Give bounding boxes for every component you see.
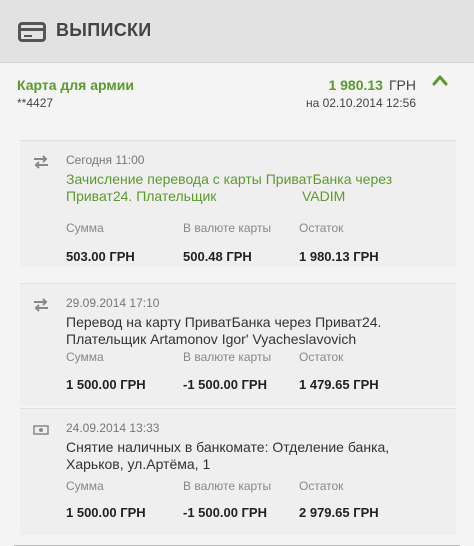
card-currency-label: В валюте карты <box>183 479 272 493</box>
statements-header[interactable]: ВЫПИСКИ <box>0 0 474 62</box>
card-currency-label: В валюте карты <box>183 350 272 364</box>
sum-label: Сумма <box>66 221 104 235</box>
transaction-item[interactable]: Сегодня 11:00 Зачисление перевода с карт… <box>20 140 456 267</box>
card-amount-value: 500.48 ГРН <box>183 249 252 264</box>
transaction-item[interactable]: 24.09.2014 13:33 Снятие наличных в банко… <box>20 408 456 535</box>
account-number: **4427 <box>17 96 54 110</box>
transaction-description: Зачисление перевода с карты ПриватБанка … <box>66 171 446 205</box>
sum-value: 1 500.00 ГРН <box>66 377 146 392</box>
sum-value: 1 500.00 ГРН <box>66 505 146 520</box>
section-title: ВЫПИСКИ <box>56 20 152 40</box>
rest-value: 1 479.65 ГРН <box>299 377 379 392</box>
rest-label: Остаток <box>299 350 344 364</box>
description-line: Снятие наличных в банкомате: Отделение б… <box>66 439 390 455</box>
rest-value: 1 980.13 ГРН <box>299 249 379 264</box>
description-line: Харьков, ул.Артёма, 1 <box>66 456 211 472</box>
rest-label: Остаток <box>299 221 344 235</box>
description-line: Перевод на карту ПриватБанка через Прива… <box>66 314 382 330</box>
description-line: Зачисление перевода с карты ПриватБанка … <box>66 171 393 187</box>
transaction-date: 24.09.2014 13:33 <box>66 421 160 435</box>
rest-value: 2 979.65 ГРН <box>299 505 379 520</box>
cash-icon <box>33 425 49 435</box>
card-amount-value: -1 500.00 ГРН <box>183 377 267 392</box>
account-name[interactable]: Карта для армии <box>17 77 134 93</box>
balance-currency: ГРН <box>388 77 416 93</box>
sum-label: Сумма <box>66 350 104 364</box>
card-amount-value: -1 500.00 ГРН <box>183 505 267 520</box>
transaction-description: Перевод на карту ПриватБанка через Прива… <box>66 314 446 348</box>
transaction-date: Сегодня 11:00 <box>66 153 145 167</box>
sum-value: 503.00 ГРН <box>66 249 135 264</box>
description-line: Приват24. Плательщик VADIM <box>66 188 346 204</box>
description-line: Плательщик Artamonov Igor' Vyacheslavovi… <box>66 331 357 347</box>
sum-label: Сумма <box>66 479 104 493</box>
account-balance: 1 980.13 ГРН <box>328 77 416 93</box>
transfer-arrows-icon <box>34 298 48 312</box>
transfer-arrows-icon <box>34 155 48 169</box>
rest-label: Остаток <box>299 479 344 493</box>
chevron-up-icon[interactable] <box>432 74 448 86</box>
transaction-item[interactable]: 29.09.2014 17:10 Перевод на карту Приват… <box>20 283 456 405</box>
transaction-date: 29.09.2014 17:10 <box>66 296 160 310</box>
balance-amount: 1 980.13 <box>328 77 383 93</box>
credit-card-icon <box>18 22 46 42</box>
account-panel: Карта для армии **4427 1 980.13 ГРН на 02… <box>0 62 474 546</box>
transaction-description: Снятие наличных в банкомате: Отделение б… <box>66 439 446 473</box>
balance-date: на 02.10.2014 12:56 <box>305 96 416 110</box>
card-currency-label: В валюте карты <box>183 221 272 235</box>
